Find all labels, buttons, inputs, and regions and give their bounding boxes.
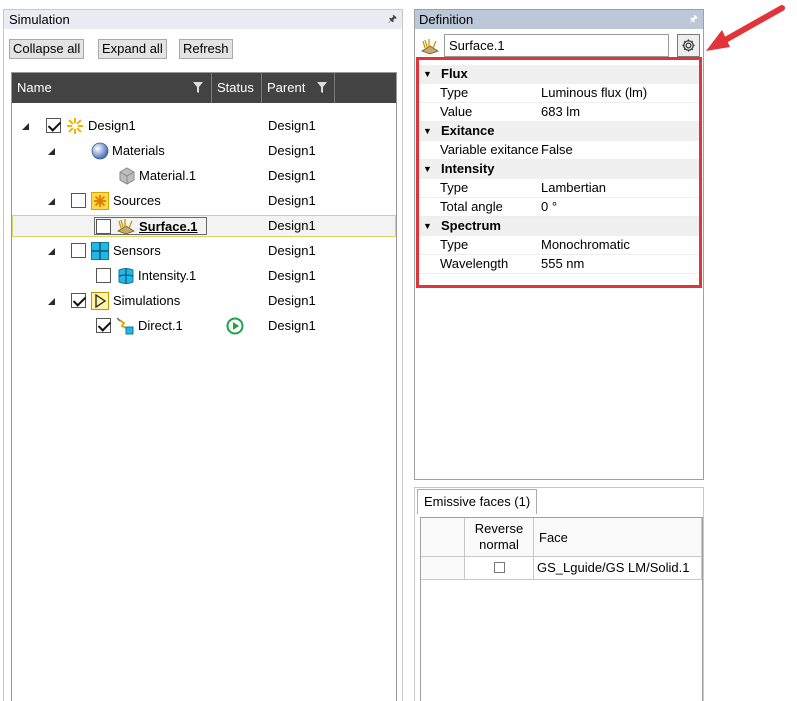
pin-icon[interactable]: 🖈 xyxy=(689,10,698,29)
material-cube-icon xyxy=(119,167,135,185)
column-name-label: Name xyxy=(17,80,52,95)
column-header-name[interactable]: Name xyxy=(12,73,212,103)
pin-icon[interactable]: 🖈 xyxy=(388,10,397,29)
annotation-arrow-icon xyxy=(706,5,785,51)
expand-toggle-icon[interactable] xyxy=(48,248,55,255)
tree-label: Material.1 xyxy=(139,168,197,183)
surface-1-checkbox[interactable] xyxy=(96,219,111,234)
simulations-icon xyxy=(91,292,109,310)
expand-toggle-icon[interactable] xyxy=(48,148,55,155)
tree-header: Name Status Parent xyxy=(12,73,396,103)
column-header-face[interactable]: Face xyxy=(534,518,702,557)
reverse-header-line2: normal xyxy=(479,537,519,552)
tab-emissive-faces[interactable]: Emissive faces (1) xyxy=(417,489,538,514)
simulation-tree: Name Status Parent Design1 Design1 Mater… xyxy=(11,72,397,701)
tree-label: Direct.1 xyxy=(138,318,183,333)
highlight-box xyxy=(416,57,702,288)
selected-item-field[interactable]: Surface.1 xyxy=(444,34,669,57)
tree-row-direct-1[interactable]: Direct.1 Design1 xyxy=(12,315,396,337)
tree-parent: Design1 xyxy=(268,243,316,258)
collapse-all-button[interactable]: Collapse all xyxy=(9,39,85,59)
run-status-icon xyxy=(226,317,244,335)
tree-parent: Design1 xyxy=(268,143,316,158)
reverse-header-line1: Reverse xyxy=(474,521,524,536)
design-icon xyxy=(67,118,83,134)
tree-row-surface-1[interactable]: Surface.1 Design1 xyxy=(12,215,396,237)
tree-parent: Design1 xyxy=(268,218,316,233)
intensity-1-checkbox[interactable] xyxy=(96,268,111,283)
intensity-sensor-icon xyxy=(118,268,134,284)
gear-icon xyxy=(682,39,695,52)
filter-icon[interactable] xyxy=(317,82,327,93)
tree-row-material-1[interactable]: Material.1 Design1 xyxy=(12,165,396,187)
simulation-title-bar: Simulation 🖈 xyxy=(4,10,402,29)
tree-parent: Design1 xyxy=(268,318,316,333)
tree-parent: Design1 xyxy=(268,193,316,208)
sources-icon xyxy=(91,192,109,210)
expand-toggle-icon[interactable] xyxy=(48,198,55,205)
refresh-button[interactable]: Refresh xyxy=(179,39,233,59)
sources-checkbox[interactable] xyxy=(71,193,86,208)
simulations-checkbox[interactable] xyxy=(71,293,86,308)
tree-row-intensity-1[interactable]: Intensity.1 Design1 xyxy=(12,265,396,287)
tree-parent: Design1 xyxy=(268,268,316,283)
tree-label: Surface.1 xyxy=(139,219,198,234)
tree-label: Simulations xyxy=(113,293,181,308)
column-status-label: Status xyxy=(217,80,254,95)
design1-checkbox[interactable] xyxy=(46,118,61,133)
tree-row-simulations[interactable]: Simulations Design1 xyxy=(12,290,396,312)
tree-label: Sensors xyxy=(113,243,161,258)
filter-icon[interactable] xyxy=(193,82,203,93)
expand-toggle-icon[interactable] xyxy=(22,123,29,130)
tree-parent: Design1 xyxy=(268,118,316,133)
expand-toggle-icon[interactable] xyxy=(48,298,55,305)
definition-title: Definition xyxy=(419,12,474,27)
expand-all-button[interactable]: Expand all xyxy=(98,39,167,59)
row-header-cell[interactable] xyxy=(421,557,465,580)
emissive-faces-grid: Reverse normal Face GS_Lguide/GS LM/Soli… xyxy=(420,517,703,701)
reverse-normal-cell[interactable] xyxy=(465,557,534,580)
surface-source-icon xyxy=(421,39,439,55)
simulation-title: Simulation xyxy=(9,12,70,27)
simulation-panel: Simulation 🖈 Collapse all Expand all Ref… xyxy=(3,9,403,701)
column-header-parent[interactable]: Parent xyxy=(262,73,335,103)
column-header-status[interactable]: Status xyxy=(212,73,262,103)
definition-title-bar: Definition 🖈 xyxy=(415,10,703,29)
tree-row-materials[interactable]: Materials Design1 xyxy=(12,140,396,162)
surface-source-icon xyxy=(117,219,135,235)
direct-1-checkbox[interactable] xyxy=(96,318,111,333)
reverse-normal-checkbox[interactable] xyxy=(494,562,505,573)
tree-row-sensors[interactable]: Sensors Design1 xyxy=(12,240,396,262)
tree-row-design1[interactable]: Design1 Design1 xyxy=(12,115,396,137)
tree-label: Design1 xyxy=(88,118,136,133)
tree-row-sources[interactable]: Sources Design1 xyxy=(12,190,396,212)
settings-button[interactable] xyxy=(677,34,700,57)
tree-label: Materials xyxy=(112,143,165,158)
tree-label: Sources xyxy=(113,193,161,208)
column-header-reverse-normal[interactable]: Reverse normal xyxy=(465,518,534,557)
materials-icon xyxy=(91,142,109,160)
tree-parent: Design1 xyxy=(268,168,316,183)
face-cell[interactable]: GS_Lguide/GS LM/Solid.1 xyxy=(534,557,702,580)
tree-label: Intensity.1 xyxy=(138,268,197,283)
column-parent-label: Parent xyxy=(267,80,306,95)
grid-corner-header xyxy=(421,518,465,557)
emissive-faces-panel: Emissive faces (1) Reverse normal Face G… xyxy=(414,487,704,701)
sensors-icon xyxy=(91,242,109,260)
sensors-checkbox[interactable] xyxy=(71,243,86,258)
direct-simulation-icon xyxy=(116,317,134,335)
tree-parent: Design1 xyxy=(268,293,316,308)
